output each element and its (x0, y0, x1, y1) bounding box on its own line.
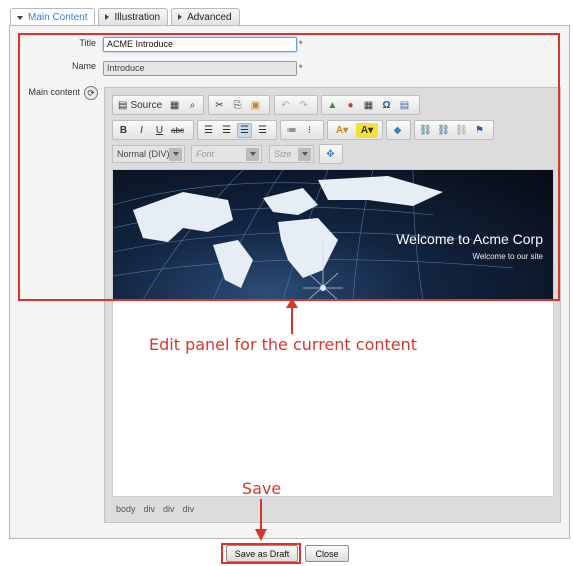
tab-label: Advanced (187, 11, 232, 23)
arrow-down-icon (255, 499, 267, 541)
element-path: body div div div (116, 504, 194, 514)
path-item[interactable]: div (183, 504, 195, 514)
chevron-right-icon (178, 14, 183, 20)
save-as-draft-button[interactable]: Save as Draft (226, 545, 298, 562)
close-button[interactable]: Close (305, 545, 349, 562)
path-item[interactable]: body (116, 504, 136, 514)
chevron-right-icon (105, 14, 110, 20)
path-item[interactable]: div (163, 504, 175, 514)
edit-panel-annotation: Edit panel for the current content (149, 335, 418, 354)
tab-label: Main Content (28, 12, 88, 23)
tab-main-content[interactable]: Main Content (10, 8, 96, 26)
edit-panel-highlight (18, 33, 560, 301)
tab-illustration[interactable]: Illustration (98, 8, 169, 25)
arrow-up-icon (286, 298, 298, 334)
tab-advanced[interactable]: Advanced (171, 8, 240, 25)
save-annotation: Save (242, 479, 282, 498)
path-item[interactable]: div (144, 504, 156, 514)
tab-label: Illustration (114, 11, 161, 23)
tab-bar: Main Content Illustration Advanced (10, 8, 240, 26)
chevron-down-icon (17, 15, 23, 20)
